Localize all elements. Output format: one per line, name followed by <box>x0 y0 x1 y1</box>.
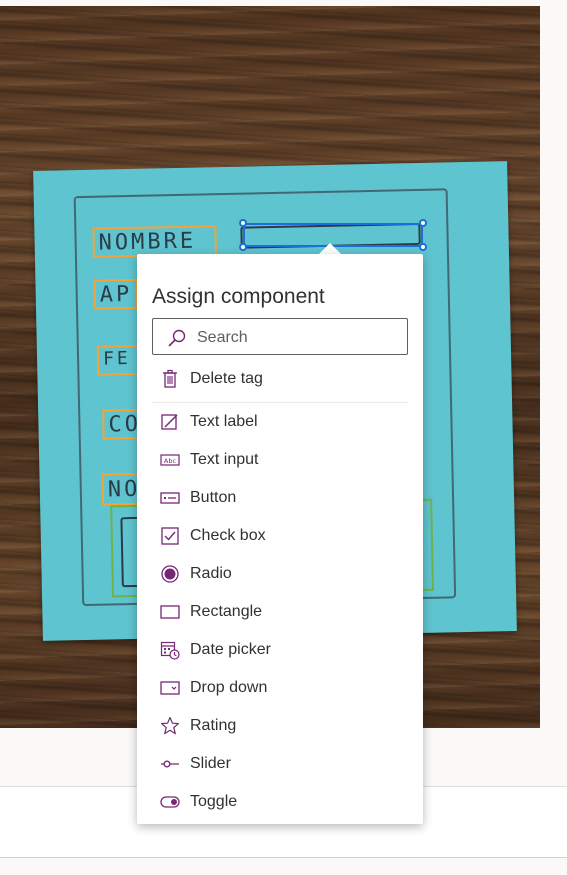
tag-fe[interactable]: FE <box>96 344 142 376</box>
delete-tag-button[interactable]: Delete tag <box>152 361 408 397</box>
tag-ap[interactable]: AP <box>93 278 139 310</box>
resize-handle[interactable] <box>239 243 247 251</box>
menu-item-rating[interactable]: Rating <box>152 708 408 744</box>
radio-icon <box>161 565 179 583</box>
menu-item-label: Date picker <box>190 641 271 658</box>
trash-icon <box>163 369 177 388</box>
menu-item-check-box[interactable]: Check box <box>152 518 408 554</box>
text-input-icon: Abc <box>160 454 180 466</box>
sketch-text-nombre: NOMBRE <box>98 228 197 256</box>
checkbox-icon <box>161 527 179 545</box>
menu-item-label: Drop down <box>190 679 268 696</box>
search-input[interactable]: Search <box>152 318 408 355</box>
text-label-icon <box>161 414 178 430</box>
tag-nombre[interactable]: NOMBRE <box>92 225 217 258</box>
menu-item-label: Toggle <box>190 793 238 810</box>
drop-down-icon <box>160 681 180 695</box>
assign-component-popup: Assign component Search Delete tag Text … <box>137 254 423 824</box>
menu-item-text-label[interactable]: Text label <box>152 404 408 440</box>
menu-item-label: Slider <box>190 755 231 772</box>
menu-item-date-picker[interactable]: Date picker <box>152 632 408 668</box>
menu-item-label: Button <box>190 489 237 506</box>
delete-tag-label: Delete tag <box>190 370 263 387</box>
button-icon <box>160 492 180 504</box>
sketch-text-ap: AP <box>99 281 133 308</box>
search-placeholder: Search <box>197 329 248 346</box>
menu-item-label: Rectangle <box>190 603 263 620</box>
menu-divider <box>152 402 408 403</box>
menu-item-label: Check box <box>190 527 266 544</box>
resize-handle[interactable] <box>239 219 247 227</box>
resize-handle[interactable] <box>419 243 427 251</box>
slider-icon <box>161 760 179 768</box>
menu-item-drop-down[interactable]: Drop down <box>152 670 408 706</box>
date-picker-icon <box>160 641 180 660</box>
menu-item-rectangle[interactable]: Rectangle <box>152 594 408 630</box>
popup-title: Assign component <box>152 285 325 308</box>
rectangle-icon <box>160 605 180 619</box>
toggle-icon <box>160 796 180 808</box>
menu-item-button[interactable]: Button <box>152 480 408 516</box>
menu-item-toggle[interactable]: Toggle <box>152 784 408 820</box>
menu-item-radio[interactable]: Radio <box>152 556 408 592</box>
menu-item-slider[interactable]: Slider <box>152 746 408 782</box>
menu-item-text-input[interactable]: Abc Text input <box>152 442 408 478</box>
menu-item-label: Radio <box>190 565 232 582</box>
menu-item-label: Text label <box>190 413 258 430</box>
menu-item-label: Rating <box>190 717 237 734</box>
search-icon <box>168 329 186 347</box>
svg-text:Abc: Abc <box>164 457 177 465</box>
sketch-text-fe: FE <box>102 348 131 370</box>
canvas-stage: NOMBRE AP FE CO NO Assign component Sear… <box>0 0 567 875</box>
rating-icon <box>160 716 180 735</box>
sketch-text-no: NO <box>107 476 141 503</box>
menu-item-label: Text input <box>190 451 259 468</box>
resize-handle[interactable] <box>419 219 427 227</box>
